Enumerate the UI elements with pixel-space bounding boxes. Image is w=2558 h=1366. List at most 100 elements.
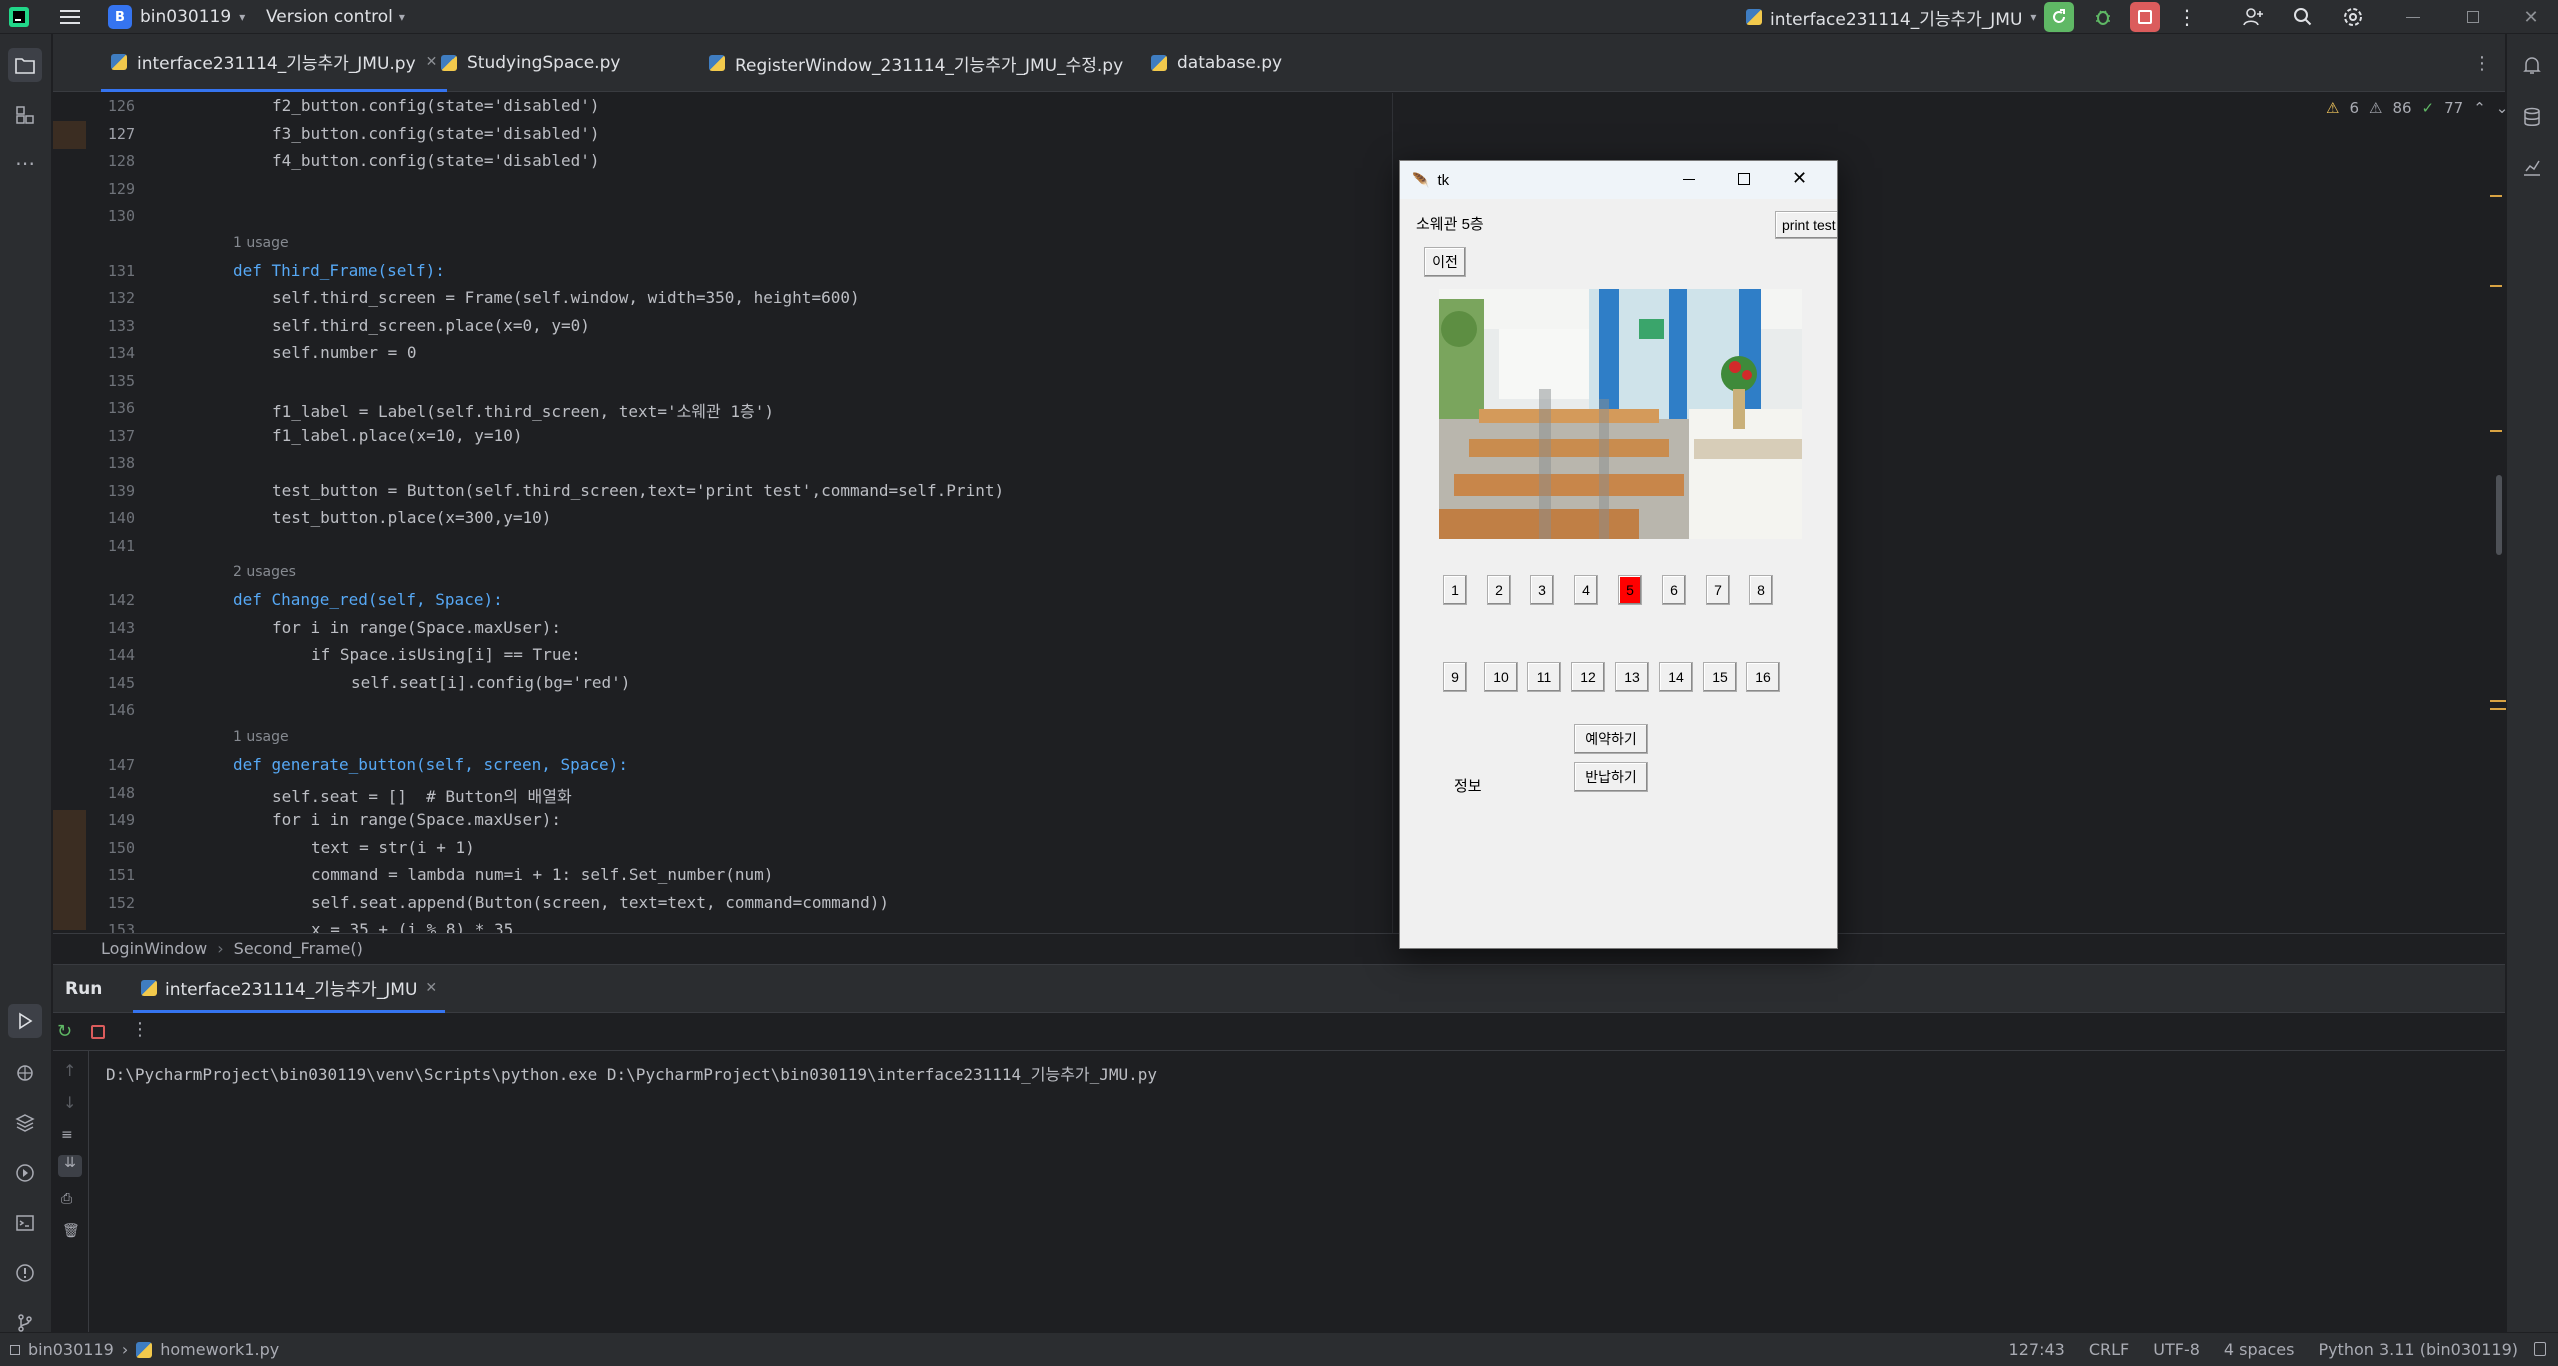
stop-button[interactable] xyxy=(2130,2,2160,32)
run-config-widget[interactable]: interface231114_기능추가_JMU ▾ xyxy=(1746,0,2036,34)
seat-button-1[interactable]: 1 xyxy=(1443,575,1467,605)
maximize-button[interactable] xyxy=(1738,173,1750,185)
usage-hint[interactable]: 1 usage xyxy=(233,235,289,251)
print-icon[interactable]: ⎙ xyxy=(61,1191,72,1207)
project-widget[interactable]: B bin030119 ▾ xyxy=(108,0,245,34)
breadcrumb-class[interactable]: LoginWindow xyxy=(101,939,207,958)
trash-icon[interactable]: 🗑 xyxy=(62,1223,80,1239)
line-number: 144 xyxy=(107,646,135,664)
seat-button-4[interactable]: 4 xyxy=(1574,575,1598,605)
chevron-down-icon[interactable]: ⌄ xyxy=(2496,99,2506,117)
tab-studyingspace[interactable]: StudyingSpace.py xyxy=(441,34,620,92)
prev-button[interactable]: 이전 xyxy=(1424,247,1466,277)
vcs-widget[interactable]: Version control ▾ xyxy=(266,0,405,34)
sciview-button[interactable] xyxy=(2515,150,2549,184)
database-button[interactable] xyxy=(2515,100,2549,134)
seat-button-6[interactable]: 6 xyxy=(1662,575,1686,605)
notifications-button[interactable] xyxy=(2515,48,2549,82)
breadcrumb-function[interactable]: Second_Frame() xyxy=(234,939,363,958)
project-tool-button[interactable] xyxy=(8,48,42,82)
close-icon[interactable]: ✕ xyxy=(426,54,438,70)
status-project[interactable]: bin030119 xyxy=(28,1340,114,1359)
bell-icon xyxy=(2523,57,2541,74)
minimize-button[interactable] xyxy=(1683,179,1695,180)
lock-icon[interactable] xyxy=(2534,1342,2546,1356)
line-separator[interactable]: CRLF xyxy=(2089,1340,2129,1359)
run-tool-button[interactable] xyxy=(8,1004,42,1038)
close-button[interactable]: ✕ xyxy=(1792,168,1807,189)
code-editor[interactable]: f2_button.config(state='disabled') f3_bu… xyxy=(186,93,2506,933)
python-file-icon xyxy=(709,55,725,71)
tab-registerwindow[interactable]: RegisterWindow_231114_기능추가_JMU_수정.py xyxy=(709,34,1123,92)
main-menu-icon[interactable] xyxy=(60,0,80,34)
arrow-up-icon[interactable]: ↑ xyxy=(63,1061,76,1080)
rerun-button[interactable] xyxy=(2044,2,2074,32)
more-vertical-icon[interactable]: ⋮ xyxy=(131,1019,149,1040)
line-number: 131 xyxy=(107,262,135,280)
problems-button[interactable] xyxy=(8,1256,42,1290)
code-line: x = 35 + (i % 8) * 35 xyxy=(311,920,514,933)
scroll-to-end-icon[interactable]: ⇊ xyxy=(58,1155,82,1177)
file-encoding[interactable]: UTF-8 xyxy=(2153,1340,2200,1359)
seat-button-13[interactable]: 13 xyxy=(1615,662,1649,692)
rerun-icon[interactable]: ↻ xyxy=(57,1021,72,1042)
soft-wrap-icon[interactable]: ≡ xyxy=(61,1127,73,1143)
seat-button-5[interactable]: 5 xyxy=(1618,575,1642,605)
return-button[interactable]: 반납하기 xyxy=(1574,762,1648,792)
seat-button-12[interactable]: 12 xyxy=(1571,662,1605,692)
close-button[interactable]: ✕ xyxy=(2516,2,2546,32)
tab-database[interactable]: database.py xyxy=(1151,34,1282,92)
stop-icon[interactable] xyxy=(91,1025,105,1039)
seat-button-9[interactable]: 9 xyxy=(1443,662,1467,692)
editor-gutter: 126 127 128 129 130 131 132 133 134 135 … xyxy=(53,93,186,939)
seat-button-7[interactable]: 7 xyxy=(1706,575,1730,605)
usage-hint[interactable]: 2 usages xyxy=(233,564,296,580)
add-user-button[interactable] xyxy=(2238,2,2268,32)
tk-title-bar[interactable]: 🪶 tk ✕ xyxy=(1400,161,1837,199)
python-console-button[interactable] xyxy=(8,1056,42,1090)
usage-hint[interactable]: 1 usage xyxy=(233,729,289,745)
chevron-down-icon: ▾ xyxy=(398,10,405,24)
tab-interface[interactable]: interface231114_기능추가_JMU.py ✕ xyxy=(101,34,448,92)
seat-button-2[interactable]: 2 xyxy=(1487,575,1511,605)
tab-label: database.py xyxy=(1177,53,1283,73)
interpreter[interactable]: Python 3.11 (bin030119) xyxy=(2318,1340,2518,1359)
arrow-down-icon[interactable]: ↓ xyxy=(63,1093,76,1112)
reserve-button[interactable]: 예약하기 xyxy=(1574,724,1648,754)
structure-tool-button[interactable] xyxy=(8,98,42,132)
run-tab-label: interface231114_기능추가_JMU xyxy=(165,980,418,1000)
run-tab[interactable]: interface231114_기능추가_JMU ✕ xyxy=(133,965,446,1013)
status-file[interactable]: homework1.py xyxy=(160,1340,279,1359)
caret-position[interactable]: 127:43 xyxy=(2009,1340,2065,1359)
debug-button[interactable] xyxy=(2088,2,2118,32)
print-test-button[interactable]: print test xyxy=(1775,211,1837,239)
line-number: 126 xyxy=(107,97,135,115)
close-icon[interactable]: ✕ xyxy=(425,980,437,996)
editor-scrollbar-thumb[interactable] xyxy=(2496,475,2502,555)
services-button[interactable] xyxy=(8,1156,42,1190)
inspection-widget[interactable]: ⚠ 6 ⚠ 86 ✓ 77 ⌃ ⌄ xyxy=(2326,99,2506,117)
chevron-down-icon: ▾ xyxy=(2030,10,2037,24)
minimize-icon xyxy=(2406,16,2420,18)
search-button[interactable] xyxy=(2288,2,2318,32)
seat-button-14[interactable]: 14 xyxy=(1659,662,1693,692)
chevron-up-icon[interactable]: ⌃ xyxy=(2473,99,2486,117)
code-line: def generate_button(self, screen, Space)… xyxy=(233,755,628,774)
more-tools-button[interactable]: ⋯ xyxy=(8,146,42,180)
python-packages-button[interactable] xyxy=(8,1106,42,1140)
terminal-button[interactable] xyxy=(8,1206,42,1240)
seat-button-3[interactable]: 3 xyxy=(1530,575,1554,605)
seat-button-11[interactable]: 11 xyxy=(1527,662,1561,692)
seat-button-8[interactable]: 8 xyxy=(1749,575,1773,605)
settings-button[interactable] xyxy=(2338,2,2368,32)
seat-button-15[interactable]: 15 xyxy=(1703,662,1737,692)
restore-button[interactable] xyxy=(2458,2,2488,32)
seat-button-16[interactable]: 16 xyxy=(1746,662,1780,692)
indent-setting[interactable]: 4 spaces xyxy=(2224,1340,2295,1359)
ok-count: 77 xyxy=(2444,99,2464,117)
seat-button-10[interactable]: 10 xyxy=(1484,662,1518,692)
more-actions-button[interactable]: ⋮ xyxy=(2172,2,2202,32)
tab-options-button[interactable]: ⋮ xyxy=(2473,34,2491,92)
minimize-button[interactable] xyxy=(2398,2,2428,32)
pycharm-logo-icon[interactable] xyxy=(8,0,30,34)
